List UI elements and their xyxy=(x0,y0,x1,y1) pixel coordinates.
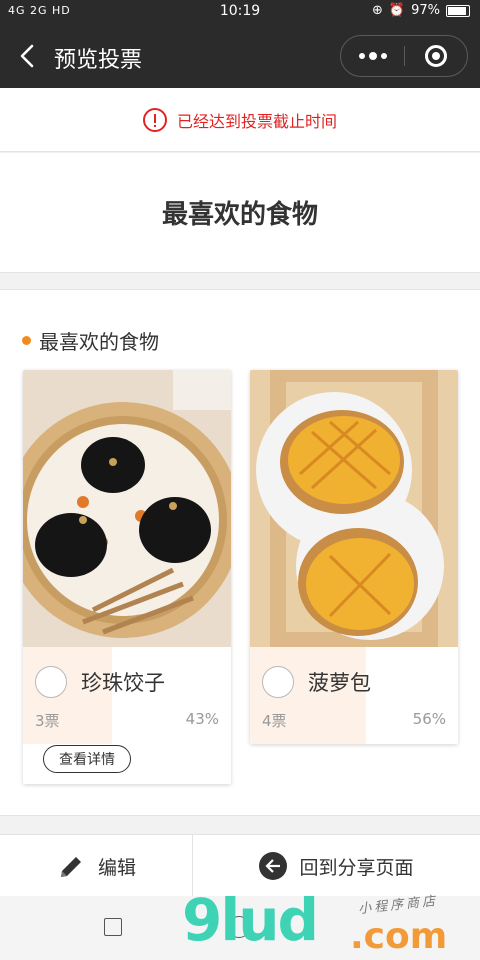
lock-icon: ⊕ xyxy=(372,3,383,18)
question-section: 最喜欢的食物 珍珠饺子 3票 43% 查看详情 菠萝包 4票 56% xyxy=(0,289,480,816)
vote-radio[interactable] xyxy=(262,666,294,698)
edit-label: 编辑 xyxy=(97,856,136,879)
edit-button[interactable]: 编辑 xyxy=(0,835,192,897)
orange-dot-icon xyxy=(22,336,31,345)
battery-fill xyxy=(448,6,466,15)
option-photo-pineapple-buns[interactable] xyxy=(250,370,458,647)
option-name: 菠萝包 xyxy=(308,671,371,695)
notice-text: 已经达到投票截止时间 xyxy=(176,111,337,131)
watermark: 9lud 小程序商店 .com xyxy=(180,886,480,960)
capsule-divider xyxy=(404,46,405,66)
option-card-pearl-dumpling[interactable]: 珍珠饺子 3票 43% 查看详情 xyxy=(23,370,231,784)
page-title: 预览投票 xyxy=(54,48,143,73)
status-right: ⊕ ⏰ 97% xyxy=(372,3,470,18)
vote-area: 珍珠饺子 3票 43% xyxy=(23,647,231,744)
battery-icon xyxy=(446,4,470,17)
option-card-pineapple-bun[interactable]: 菠萝包 4票 56% xyxy=(250,370,458,744)
warning-circle-icon xyxy=(142,107,167,132)
battery-percent: 97% xyxy=(411,3,440,18)
vote-area: 菠萝包 4票 56% xyxy=(250,647,458,744)
back-arrow-icon[interactable] xyxy=(14,41,44,71)
deadline-notice: 已经达到投票截止时间 xyxy=(0,88,480,152)
option-name: 珍珠饺子 xyxy=(81,671,165,695)
question-header: 最喜欢的食物 xyxy=(22,326,159,355)
miniprogram-close-icon[interactable] xyxy=(425,45,447,67)
poll-title: 最喜欢的食物 xyxy=(161,200,318,230)
status-bar: 4G 2G HD 10:19 ⊕ ⏰ 97% xyxy=(0,0,480,24)
watermark-tagline: 小程序商店 xyxy=(357,893,439,918)
view-details-button[interactable]: 查看详情 xyxy=(43,745,131,773)
more-dots-icon[interactable] xyxy=(341,36,404,76)
vote-radio[interactable] xyxy=(35,666,67,698)
back-circle-icon xyxy=(259,852,288,880)
question-title: 最喜欢的食物 xyxy=(39,330,159,354)
watermark-suffix: .com xyxy=(350,916,448,957)
watermark-brand: 9lud xyxy=(182,886,319,954)
miniprogram-capsule xyxy=(340,35,468,77)
share-label: 回到分享页面 xyxy=(299,856,414,879)
vote-count: 3票 xyxy=(35,712,60,730)
vote-count: 4票 xyxy=(262,712,287,730)
option-photo-dumplings[interactable] xyxy=(23,370,231,647)
vote-percent: 56% xyxy=(412,710,446,728)
nav-bar: 预览投票 xyxy=(0,24,480,88)
alarm-icon: ⏰ xyxy=(388,3,406,18)
poll-header: 最喜欢的食物 xyxy=(0,153,480,273)
pencil-icon xyxy=(60,857,81,877)
vote-percent: 43% xyxy=(185,710,219,728)
recent-apps-icon[interactable] xyxy=(104,918,122,936)
